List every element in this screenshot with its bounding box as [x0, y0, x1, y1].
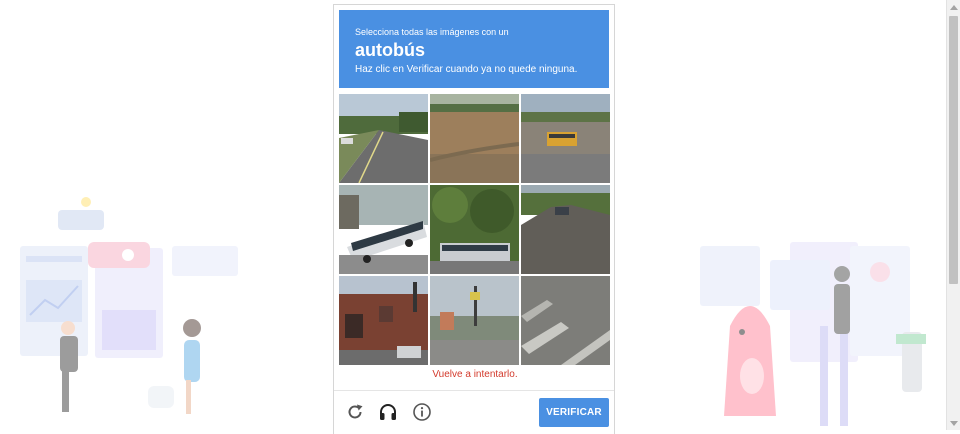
image-tile[interactable] — [339, 276, 428, 365]
challenge-header: Selecciona todas las imágenes con un aut… — [339, 10, 609, 88]
verify-button[interactable]: VERIFICAR — [539, 398, 609, 427]
scroll-up-arrow-icon[interactable] — [947, 0, 960, 14]
tile-image-road — [339, 94, 428, 183]
target-object-label: autobús — [355, 40, 425, 60]
image-tile[interactable] — [339, 94, 428, 183]
headphones-icon[interactable] — [377, 401, 399, 423]
tile-image-traffic-light — [430, 276, 519, 365]
tile-image-field — [430, 94, 519, 183]
reload-icon[interactable] — [344, 401, 366, 423]
footer-divider — [334, 390, 614, 391]
tile-image-road-car — [521, 185, 610, 274]
tile-image-school-bus — [521, 94, 610, 183]
image-tile[interactable] — [521, 94, 610, 183]
tile-image-building — [339, 276, 428, 365]
image-tile[interactable] — [430, 276, 519, 365]
tile-image-bus-trees — [430, 185, 519, 274]
error-message: Vuelve a intentarlo. — [432, 369, 518, 380]
image-tile[interactable] — [339, 185, 428, 274]
captcha-challenge: Selecciona todas las imágenes con un aut… — [333, 4, 615, 434]
hint-text: Haz clic en Verificar cuando ya no quede… — [355, 64, 578, 75]
image-tile[interactable] — [430, 185, 519, 274]
tile-image-city-bus — [339, 185, 428, 274]
image-grid — [339, 94, 610, 365]
scroll-down-arrow-icon[interactable] — [947, 416, 960, 430]
scroll-thumb[interactable] — [949, 16, 958, 284]
info-icon[interactable] — [411, 401, 433, 423]
image-tile[interactable] — [430, 94, 519, 183]
page-scrollbar[interactable] — [946, 0, 960, 430]
right-illustration — [700, 242, 926, 426]
tile-image-road-markings — [521, 276, 610, 365]
image-tile[interactable] — [521, 276, 610, 365]
left-illustration — [20, 197, 238, 414]
image-tile[interactable] — [521, 185, 610, 274]
instruction-text: Selecciona todas las imágenes con un — [355, 27, 509, 37]
